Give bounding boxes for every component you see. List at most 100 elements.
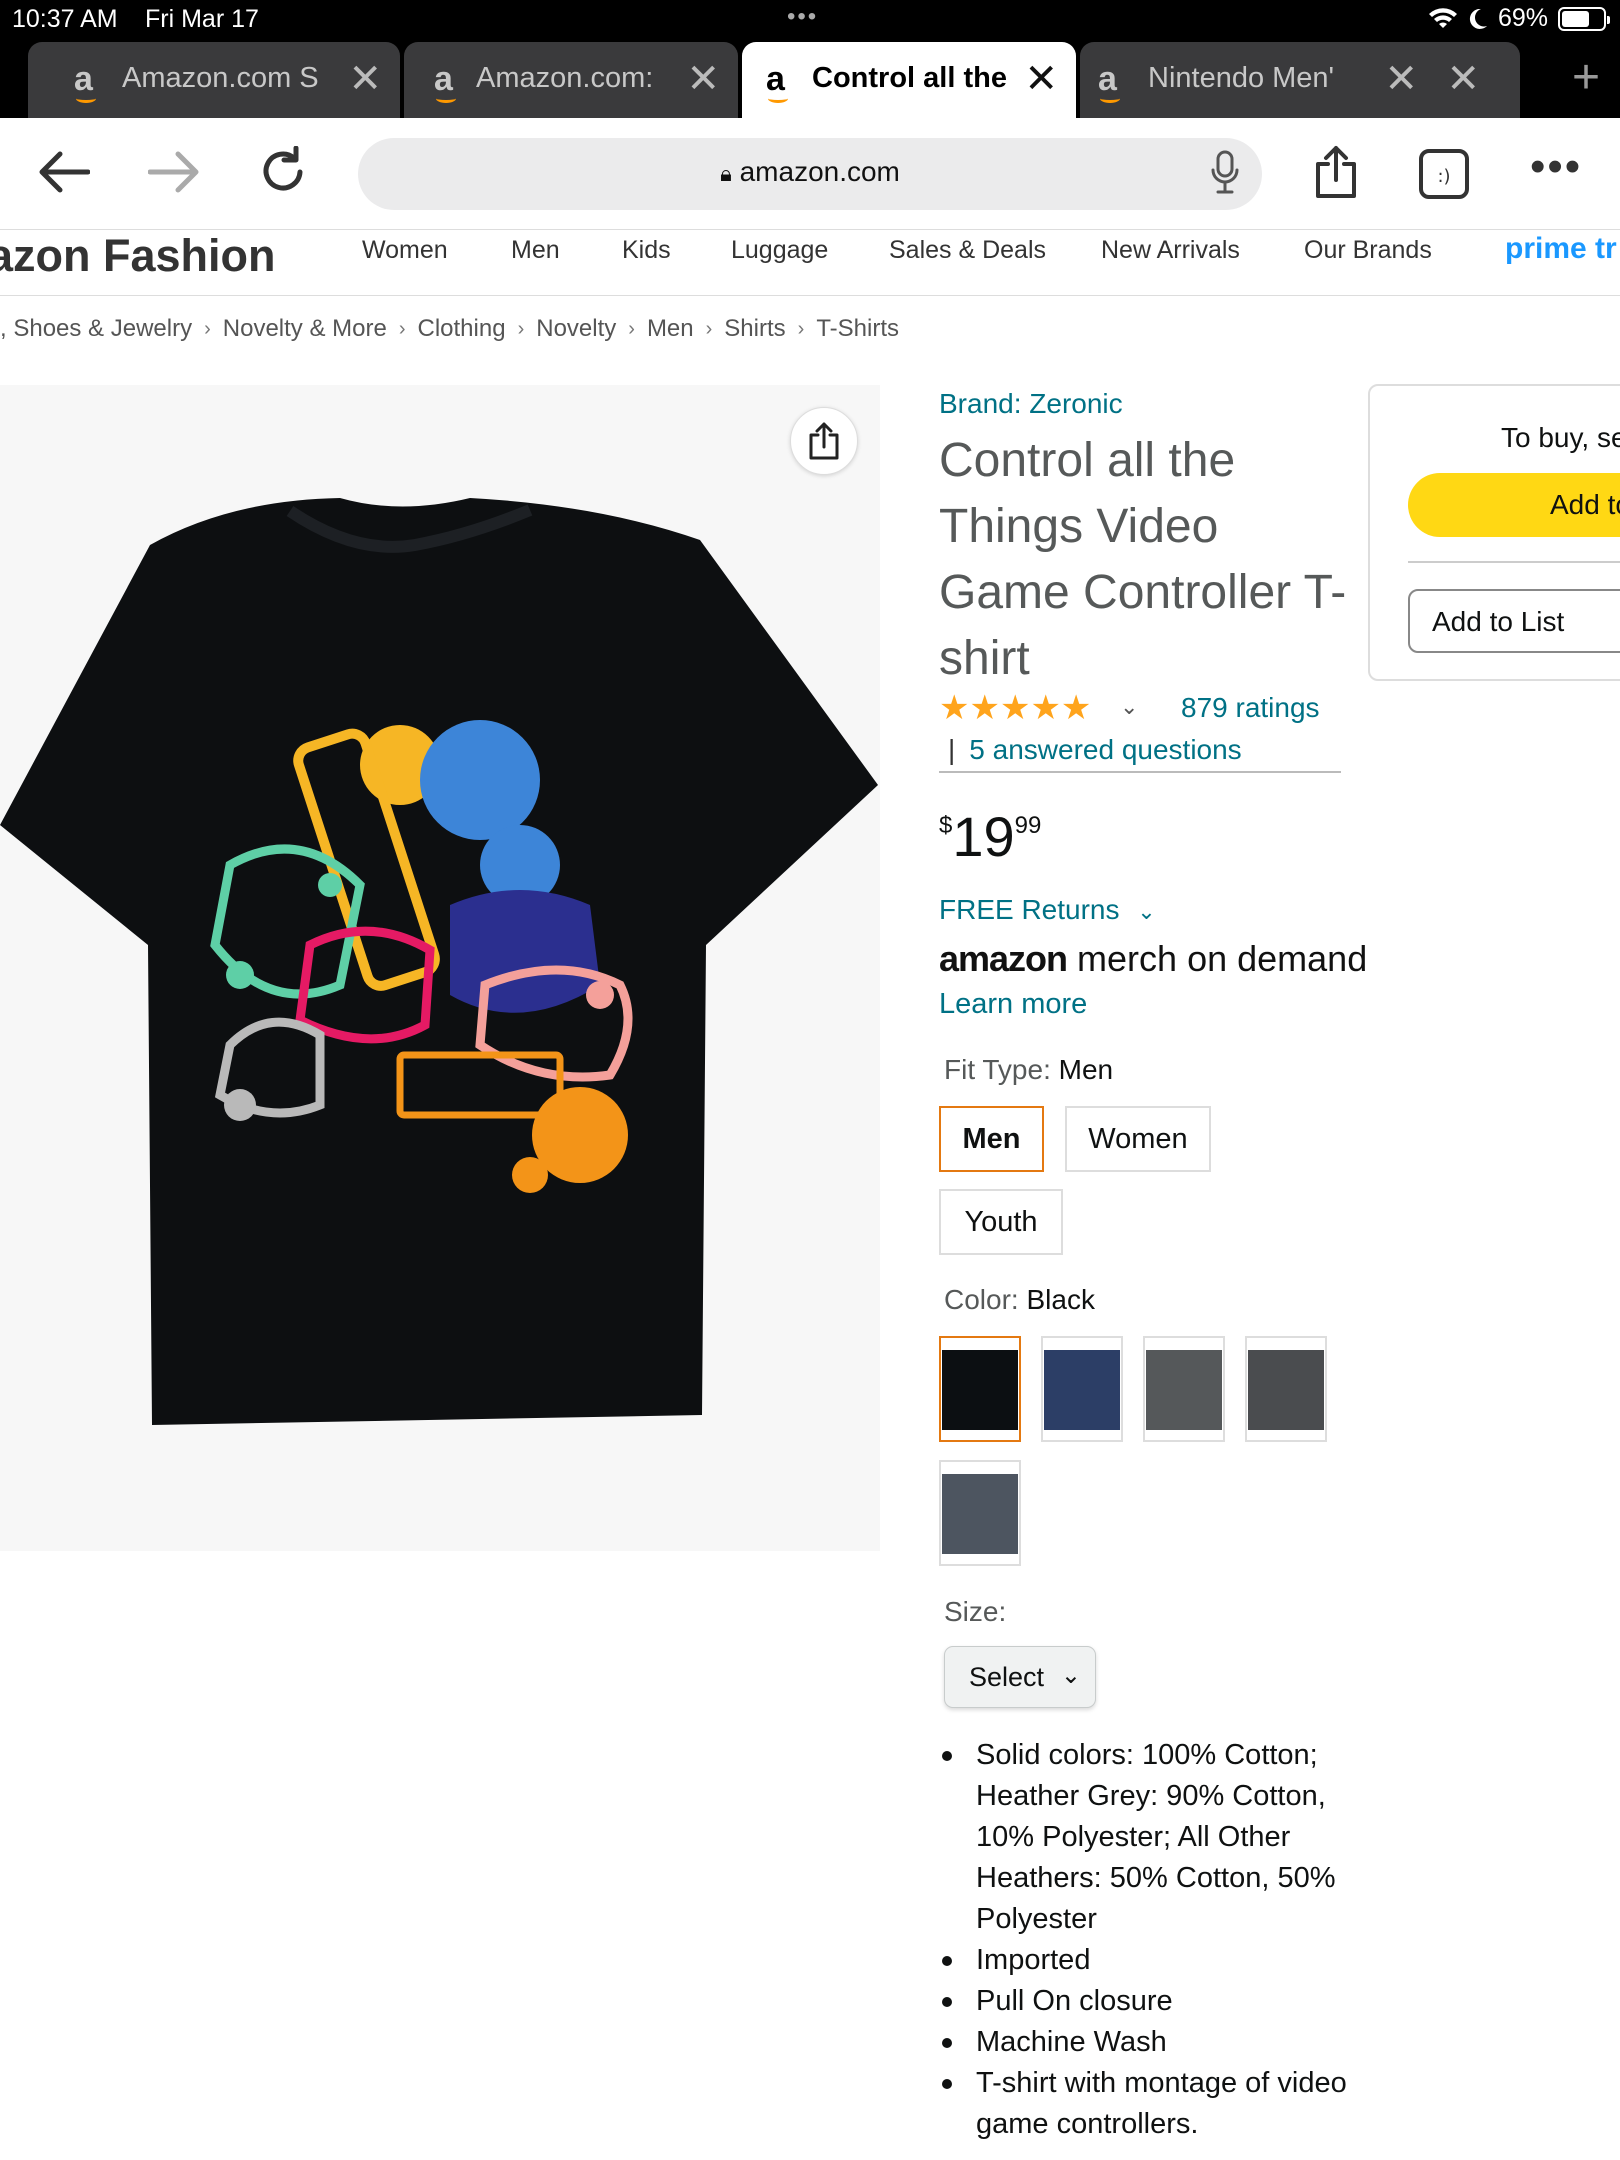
swatch-chip xyxy=(942,1350,1018,1430)
breadcrumb-item[interactable]: Novelty xyxy=(536,315,616,343)
breadcrumb-item[interactable]: , Shoes & Jewelry xyxy=(0,315,192,343)
more-options-icon[interactable]: ••• xyxy=(1530,142,1582,192)
nav-item-kids[interactable]: Kids xyxy=(622,236,671,265)
breadcrumb-item[interactable]: Clothing xyxy=(418,315,506,343)
free-returns-link[interactable]: FREE Returns ⌄ xyxy=(939,894,1156,926)
fit-type-label-text: Fit Type: xyxy=(944,1054,1059,1085)
color-label: Color: Black xyxy=(944,1284,1095,1316)
color-value: Black xyxy=(1026,1284,1095,1315)
reload-icon[interactable] xyxy=(258,146,308,196)
divider xyxy=(939,771,1341,773)
divider-bar: | xyxy=(948,734,956,765)
fit-option-women[interactable]: Women xyxy=(1065,1106,1211,1172)
product-title: Control all the Things Video Game Contro… xyxy=(939,434,1347,685)
tab-4[interactable]: a Nintendo Men' ✕ ✕ xyxy=(1080,42,1520,118)
breadcrumb-item[interactable]: Shirts xyxy=(724,315,785,343)
tab-strip: a Amazon.com S ✕ a Amazon.com: ✕ a Contr… xyxy=(0,42,1620,118)
forward-arrow-icon[interactable] xyxy=(148,150,200,194)
merch-on-demand-logo: amazon merch on demand xyxy=(939,938,1367,980)
chevron-right-icon: › xyxy=(204,317,211,340)
close-tab-icon[interactable]: ✕ xyxy=(1384,56,1418,102)
close-tab-icon[interactable]: ✕ xyxy=(348,56,382,102)
status-date: Fri Mar 17 xyxy=(145,5,259,33)
tab-2[interactable]: a Amazon.com: ✕ xyxy=(404,42,738,118)
back-arrow-icon[interactable] xyxy=(38,150,90,194)
ratings-link[interactable]: 879 ratings xyxy=(1181,692,1320,724)
to-buy-text: To buy, se xyxy=(1501,422,1620,453)
fit-option-men[interactable]: Men xyxy=(939,1106,1044,1172)
svg-text::): :) xyxy=(1437,166,1450,187)
star-rating[interactable]: ★★★★★ xyxy=(939,688,1091,728)
tab-1[interactable]: a Amazon.com S ✕ xyxy=(28,42,400,118)
breadcrumb-item[interactable]: Men xyxy=(647,315,694,343)
status-time: 10:37 AM xyxy=(12,5,118,33)
chevron-right-icon: › xyxy=(797,317,805,340)
answered-questions: | 5 answered questions xyxy=(948,734,1242,766)
chevron-right-icon: › xyxy=(705,317,713,340)
tshirt-image xyxy=(0,498,878,1425)
tab-3-active[interactable]: a Control all the ✕ xyxy=(742,42,1076,118)
feature-bullet: T-shirt with montage of video game contr… xyxy=(940,2063,1350,2145)
tab-overview-icon[interactable]: :) xyxy=(1418,148,1470,200)
color-swatch-navy[interactable] xyxy=(1041,1336,1123,1442)
close-tab-icon[interactable]: ✕ xyxy=(686,56,720,102)
feature-bullet: Pull On closure xyxy=(940,1981,1350,2022)
color-swatch-black[interactable] xyxy=(939,1336,1021,1442)
wifi-icon xyxy=(1428,7,1457,28)
new-tab-icon[interactable]: + xyxy=(1572,50,1600,105)
nav-item-our-brands[interactable]: Our Brands xyxy=(1304,236,1432,265)
swatch-chip xyxy=(942,1474,1018,1554)
address-bar[interactable]: 🔒︎ amazon.com xyxy=(358,138,1262,210)
amazon-wordmark: amazon xyxy=(939,938,1068,979)
fit-type-label: Fit Type: Men xyxy=(944,1054,1113,1086)
moon-icon xyxy=(1469,8,1487,29)
add-to-cart-button[interactable]: Add to xyxy=(1408,473,1620,537)
swatch-chip xyxy=(1146,1350,1222,1430)
tab-title: Control all the xyxy=(812,62,1007,94)
amazon-favicon-icon: a xyxy=(74,60,96,103)
tab-title: Amazon.com S xyxy=(122,62,319,94)
free-returns-label: FREE Returns xyxy=(939,894,1120,925)
share-icon xyxy=(809,422,839,460)
nav-item-luggage[interactable]: Luggage xyxy=(731,236,828,265)
close-tab-icon[interactable]: ✕ xyxy=(1446,56,1480,102)
breadcrumb-item[interactable]: Novelty & More xyxy=(223,315,387,343)
status-right: 69% xyxy=(1428,4,1610,33)
fit-option-youth[interactable]: Youth xyxy=(939,1189,1063,1255)
nav-item-men[interactable]: Men xyxy=(511,236,560,265)
multitask-dots-icon[interactable]: ••• xyxy=(787,3,818,31)
microphone-icon[interactable] xyxy=(1210,150,1240,196)
size-select[interactable]: Select ⌄ xyxy=(944,1646,1096,1708)
breadcrumb: , Shoes & Jewelry › Novelty & More › Clo… xyxy=(0,312,899,346)
tab-title: Nintendo Men' xyxy=(1148,62,1335,94)
feature-bullet: Machine Wash xyxy=(940,2022,1350,2063)
product-image[interactable] xyxy=(0,385,880,1551)
color-swatch-heather-blue[interactable] xyxy=(939,1460,1021,1566)
feature-bullet: Solid colors: 100% Cotton; Heather Grey:… xyxy=(940,1735,1350,1940)
chevron-down-icon[interactable]: ⌄ xyxy=(1120,694,1138,720)
brand-link[interactable]: Brand: Zeronic xyxy=(939,388,1123,420)
battery-percent: 69% xyxy=(1497,4,1548,32)
chevron-right-icon: › xyxy=(628,317,635,340)
swatch-chip xyxy=(1248,1350,1324,1430)
amazon-fashion-logo[interactable]: azon Fashion xyxy=(0,230,276,282)
url-toolbar: 🔒︎ amazon.com :) ••• xyxy=(0,118,1620,230)
color-swatch-asphalt[interactable] xyxy=(1143,1336,1225,1442)
prime-try-link[interactable]: prime tr xyxy=(1505,232,1617,266)
divider xyxy=(1408,561,1620,563)
answered-questions-link[interactable]: 5 answered questions xyxy=(969,734,1241,765)
share-icon[interactable] xyxy=(1312,144,1360,200)
add-to-list-button[interactable]: Add to List xyxy=(1408,589,1620,653)
image-share-button[interactable] xyxy=(790,407,858,475)
nav-item-women[interactable]: Women xyxy=(362,236,448,265)
color-swatch-dark-heather[interactable] xyxy=(1245,1336,1327,1442)
close-tab-icon[interactable]: ✕ xyxy=(1024,56,1058,102)
nav-item-sales-deals[interactable]: Sales & Deals xyxy=(889,236,1046,265)
color-label-text: Color: xyxy=(944,1284,1027,1315)
nav-item-new-arrivals[interactable]: New Arrivals xyxy=(1101,236,1240,265)
learn-more-link[interactable]: Learn more xyxy=(939,988,1087,1021)
breadcrumb-item[interactable]: T-Shirts xyxy=(816,315,899,343)
chevron-right-icon: › xyxy=(517,317,525,340)
buy-box: To buy, se Add to Add to List xyxy=(1368,384,1620,681)
status-bar: 10:37 AM Fri Mar 17 ••• 69% xyxy=(0,0,1620,38)
